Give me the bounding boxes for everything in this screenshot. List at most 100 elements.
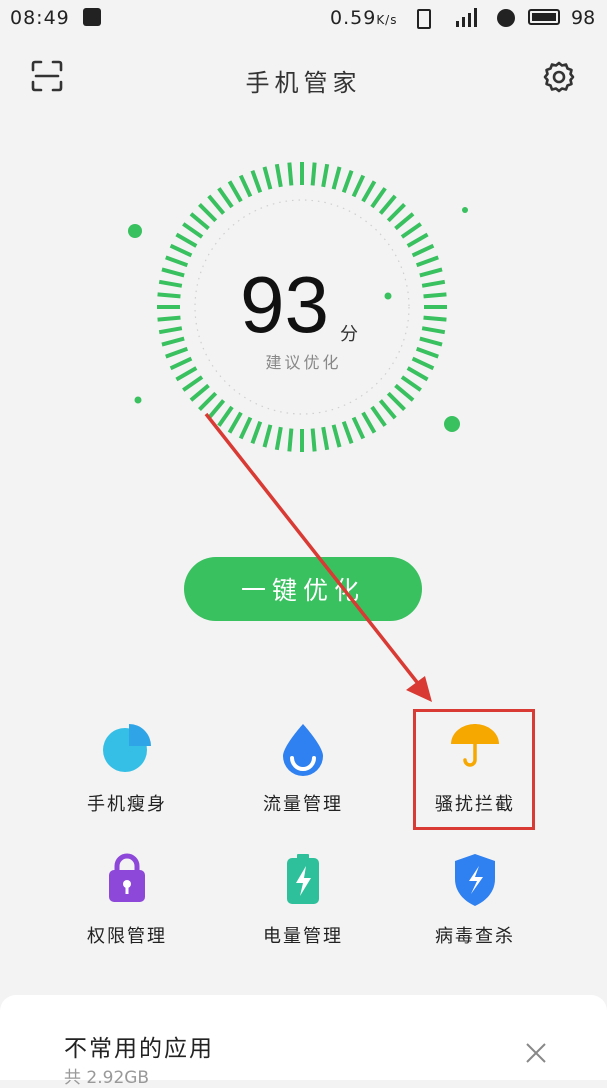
bubble-dot <box>128 224 142 238</box>
gauge-tick <box>207 194 226 215</box>
hd-icon <box>497 9 515 27</box>
gauge-tick <box>421 279 446 288</box>
gauge-tick <box>158 326 183 335</box>
gauge-tick <box>331 166 342 190</box>
gauge-tick <box>378 194 397 215</box>
gauge-tick <box>310 428 317 452</box>
gauge-tick <box>321 163 330 188</box>
bubble-dot <box>444 416 460 432</box>
gauge-tick <box>238 416 253 440</box>
gauge-tick <box>361 180 377 203</box>
gauge-tick <box>250 170 263 194</box>
gauge-tick <box>378 399 397 420</box>
gauge-tick <box>321 426 330 451</box>
page-title: 手机管家 <box>245 69 362 97</box>
gauge-tick <box>217 405 234 427</box>
network-speed: 0.59K/s <box>330 7 398 29</box>
gauge-tick <box>287 428 294 452</box>
gauge-tick <box>165 255 189 268</box>
tool-battery-management[interactable]: 电量管理 <box>218 852 388 962</box>
status-bar: 08:49 0.59K/s 98 <box>0 0 607 36</box>
gauge-tick <box>411 243 435 258</box>
gauge-tick <box>415 255 439 268</box>
gauge-tick <box>287 162 294 186</box>
qq-notification-icon <box>83 8 101 26</box>
gauge-tick <box>274 426 283 451</box>
gauge-tick <box>351 174 366 198</box>
tool-permission-management[interactable]: 权限管理 <box>42 852 212 962</box>
tool-data-usage[interactable]: 流量管理 <box>218 720 388 830</box>
gauge-tick <box>310 162 317 186</box>
gauge-tick <box>262 166 273 190</box>
gauge-tick <box>262 424 273 448</box>
tool-virus-scan[interactable]: 病毒查杀 <box>390 852 560 962</box>
gauge-tick <box>161 336 185 347</box>
gauge-tick <box>370 405 387 427</box>
tool-label: 手机瘦身 <box>87 794 167 815</box>
gauge-tick <box>182 375 204 392</box>
gauge-tick <box>406 232 429 248</box>
gauge-tick <box>361 411 377 434</box>
highlight-box <box>413 709 535 830</box>
tool-label: 流量管理 <box>263 794 343 815</box>
shield-icon <box>455 854 495 906</box>
battery-level: 98 <box>571 7 596 29</box>
gauge-tick <box>400 222 422 239</box>
gear-icon[interactable] <box>542 60 576 94</box>
water-drop-icon <box>283 724 323 776</box>
one-click-optimize-button[interactable]: 一键优化 <box>184 557 422 621</box>
gauge-tick <box>198 203 218 223</box>
gauge-tick <box>217 187 234 209</box>
score-value: 93 <box>240 260 329 349</box>
gauge-tick <box>157 315 181 322</box>
gauge-tick <box>386 203 406 223</box>
gauge-tick <box>331 424 342 448</box>
bubble-dot <box>384 292 392 300</box>
gauge-tick <box>423 292 447 299</box>
gauge-tick <box>189 212 210 231</box>
lock-icon <box>109 853 145 902</box>
gauge-tick <box>157 292 181 299</box>
gauge-tick <box>169 243 193 258</box>
gauge-tick <box>351 416 366 440</box>
card-size: 共 2.92GB <box>64 1068 150 1088</box>
score-advice: 建议优化 <box>265 353 342 372</box>
pie-chart-icon <box>103 724 151 772</box>
vibrate-icon <box>417 9 431 29</box>
gauge-tick <box>341 420 354 444</box>
gauge-tick <box>394 212 415 231</box>
gauge-tick <box>274 163 283 188</box>
gauge-tick <box>227 411 243 434</box>
score-unit: 分 <box>340 324 358 345</box>
tool-phone-cleanup[interactable]: 手机瘦身 <box>42 720 212 830</box>
gauge-tick <box>400 375 422 392</box>
tool-label: 电量管理 <box>263 926 343 947</box>
gauge-tick <box>386 391 406 411</box>
status-time: 08:49 <box>10 7 70 29</box>
gauge-tick <box>182 222 204 239</box>
gauge-tick <box>227 180 243 203</box>
tool-label: 权限管理 <box>87 926 167 947</box>
tool-label: 病毒查杀 <box>435 926 515 947</box>
close-icon[interactable] <box>524 1041 548 1065</box>
bubble-dot <box>462 207 468 213</box>
gauge-tick <box>238 174 253 198</box>
bubble-dot <box>134 396 142 404</box>
signal-icon <box>456 8 477 27</box>
unused-apps-card[interactable]: 不常用的应用 共 2.92GB <box>0 995 607 1088</box>
gauge-tick <box>419 336 443 347</box>
gauge-tick <box>158 279 183 288</box>
battery-status-icon <box>528 9 560 25</box>
gauge-tick <box>175 232 198 248</box>
card-title: 不常用的应用 <box>64 1036 214 1062</box>
gauge-tick <box>341 170 354 194</box>
gauge-tick <box>423 315 447 322</box>
gauge-tick <box>161 267 185 278</box>
gauge-tick <box>421 326 446 335</box>
gauge-tick <box>370 187 387 209</box>
gauge-tick <box>189 383 210 402</box>
gauge-tick <box>207 399 226 420</box>
battery-icon <box>287 854 319 904</box>
gauge-tick <box>250 420 263 444</box>
gauge-tick <box>198 391 218 411</box>
